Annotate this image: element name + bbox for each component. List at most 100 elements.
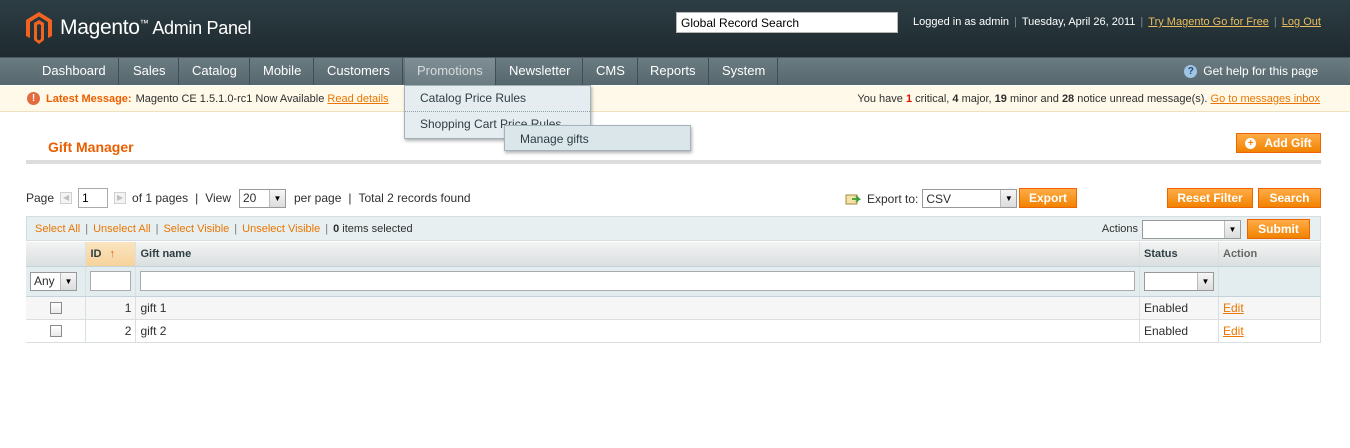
magento-logo-icon	[26, 12, 52, 44]
date-text: Tuesday, April 26, 2011	[1021, 16, 1136, 28]
notice-label: notice unread message(s).	[1077, 93, 1208, 105]
export-label: Export to:	[867, 191, 919, 206]
nav-newsletter[interactable]: Newsletter	[497, 58, 584, 85]
read-details-link[interactable]: Read details	[327, 93, 388, 105]
page-number-input[interactable]	[78, 188, 109, 208]
title-divider	[26, 160, 1321, 164]
submit-button[interactable]: Submit	[1247, 219, 1310, 239]
export-format-select[interactable]: CSV ▼	[922, 189, 1018, 208]
header-user-info: Logged in as admin | Tuesday, April 26, 20…	[913, 16, 1321, 28]
nav-dashboard[interactable]: Dashboard	[30, 58, 119, 85]
column-header-gift-name[interactable]: Gift name	[135, 242, 1140, 267]
nav-catalog[interactable]: Catalog	[180, 58, 250, 85]
select-visible-link[interactable]: Select Visible	[163, 223, 229, 235]
minor-count: 19	[994, 93, 1007, 105]
nav-promotions[interactable]: Promotions	[405, 58, 496, 85]
major-count: 4	[952, 93, 959, 105]
selected-label: items selected	[342, 223, 413, 235]
nav-customers[interactable]: Customers	[315, 58, 403, 85]
select-all-link[interactable]: Select All	[35, 223, 80, 235]
grid-pager: Page ◀ ▶ of 1 pages | View 20 ▼ per page…	[26, 188, 471, 208]
add-gift-label: Add Gift	[1264, 135, 1312, 150]
total-records-text: Total 2 records found	[358, 191, 471, 205]
row-checkbox[interactable]	[49, 301, 62, 314]
cell-id: 1	[85, 296, 137, 320]
nav-sales[interactable]: Sales	[121, 58, 179, 85]
warning-icon: !	[27, 92, 40, 105]
gift-grid: ID ↑ Gift name Status Action Any ▼ ▼ 1 gi…	[26, 242, 1321, 343]
grid-filter-row: Any ▼ ▼	[26, 266, 1321, 297]
massaction-bar: Select All | Unselect All | Select Visible | U…	[26, 216, 1321, 241]
column-header-status[interactable]: Status	[1139, 242, 1219, 267]
column-header-action: Action	[1218, 242, 1321, 267]
major-label: major,	[961, 93, 992, 105]
table-row[interactable]: 1 gift 1 Enabled Edit	[26, 296, 1321, 320]
message-summary: You have 1 critical, 4 major, 19 minor a…	[857, 93, 1320, 105]
filter-any-value: Any	[34, 274, 55, 288]
latest-message-label: Latest Message:	[46, 92, 132, 105]
main-nav: Dashboard Sales Catalog Mobile Customers…	[0, 57, 1350, 85]
system-message-bar: ! Latest Message: Magento CE 1.5.1.0-rc1…	[0, 86, 1350, 112]
app-name: Magento	[60, 16, 140, 39]
filter-status-select[interactable]: ▼	[1144, 272, 1214, 292]
help-link[interactable]: ? Get help for this page	[1184, 64, 1318, 78]
next-page-icon[interactable]: ▶	[114, 192, 127, 204]
try-magento-go-link[interactable]: Try Magento Go for Free	[1148, 16, 1269, 28]
logout-link[interactable]: Log Out	[1282, 16, 1321, 28]
cell-id: 2	[85, 319, 137, 343]
per-page-value: 20	[243, 191, 257, 205]
nav-mobile[interactable]: Mobile	[251, 58, 315, 85]
nav-reports[interactable]: Reports	[638, 58, 709, 85]
row-checkbox[interactable]	[49, 324, 62, 337]
column-id-label: ID	[90, 247, 102, 260]
unselect-all-link[interactable]: Unselect All	[93, 223, 150, 235]
edit-link[interactable]: Edit	[1223, 301, 1244, 315]
export-button[interactable]: Export	[1019, 188, 1077, 208]
app-subtitle: Admin Panel	[152, 18, 252, 38]
cell-gift-name: gift 2	[135, 319, 1140, 343]
massaction-actions: Actions ▼ Submit	[1102, 219, 1310, 239]
reset-filter-button[interactable]: Reset Filter	[1167, 188, 1253, 208]
latest-message-text: Magento CE 1.5.1.0-rc1 Now Available	[135, 92, 325, 105]
edit-link[interactable]: Edit	[1223, 324, 1244, 338]
notice-count: 28	[1061, 93, 1075, 105]
column-header-id[interactable]: ID ↑	[85, 242, 137, 267]
cell-gift-name: gift 1	[135, 296, 1140, 320]
export-icon	[845, 194, 861, 205]
actions-select[interactable]: ▼	[1142, 219, 1241, 239]
export-controls: Export to: CSV ▼	[845, 189, 1018, 208]
massaction-links: Select All | Unselect All | Select Visible | U…	[35, 223, 413, 235]
cell-status: Enabled	[1139, 319, 1219, 343]
help-icon: ?	[1184, 64, 1198, 78]
logged-in-text: Logged in as admin	[913, 16, 1010, 28]
selected-count: 0	[333, 223, 340, 235]
per-page-label: per page	[294, 191, 342, 205]
chevron-down-icon: ▼	[269, 189, 285, 207]
page-title: Gift Manager	[48, 139, 134, 155]
filter-gift-name-input[interactable]	[140, 271, 1135, 291]
unselect-visible-link[interactable]: Unselect Visible	[242, 223, 320, 235]
critical-count: 1	[905, 93, 913, 105]
chevron-down-icon: ▼	[1224, 220, 1240, 238]
filter-id-input[interactable]	[90, 271, 132, 291]
chevron-down-icon: ▼	[1197, 273, 1213, 291]
add-gift-button[interactable]: + Add Gift	[1236, 133, 1321, 153]
latest-message: ! Latest Message: Magento CE 1.5.1.0-rc1…	[27, 92, 389, 105]
nav-cms[interactable]: CMS	[584, 58, 638, 85]
per-page-select[interactable]: 20 ▼	[239, 188, 286, 208]
messages-inbox-link[interactable]: Go to messages inbox	[1211, 93, 1320, 105]
nav-system[interactable]: System	[710, 58, 779, 85]
prev-page-icon[interactable]: ◀	[60, 192, 73, 204]
magento-logo[interactable]: Magento™ Admin Panel	[26, 12, 251, 44]
of-pages-text: of 1 pages	[132, 191, 189, 205]
sort-arrow-up-icon: ↑	[109, 247, 115, 260]
chevron-down-icon: ▼	[1000, 190, 1017, 207]
filter-any-select[interactable]: Any ▼	[30, 271, 77, 291]
search-button[interactable]: Search	[1258, 188, 1321, 208]
table-row[interactable]: 2 gift 2 Enabled Edit	[26, 319, 1321, 343]
header-checkbox-col	[26, 242, 87, 267]
global-search-input[interactable]	[676, 12, 898, 33]
menu-item-catalog-price-rules[interactable]: Catalog Price Rules	[405, 86, 590, 112]
summary-prefix: You have	[857, 93, 903, 105]
menu-item-manage-gifts[interactable]: Manage gifts	[504, 125, 691, 151]
